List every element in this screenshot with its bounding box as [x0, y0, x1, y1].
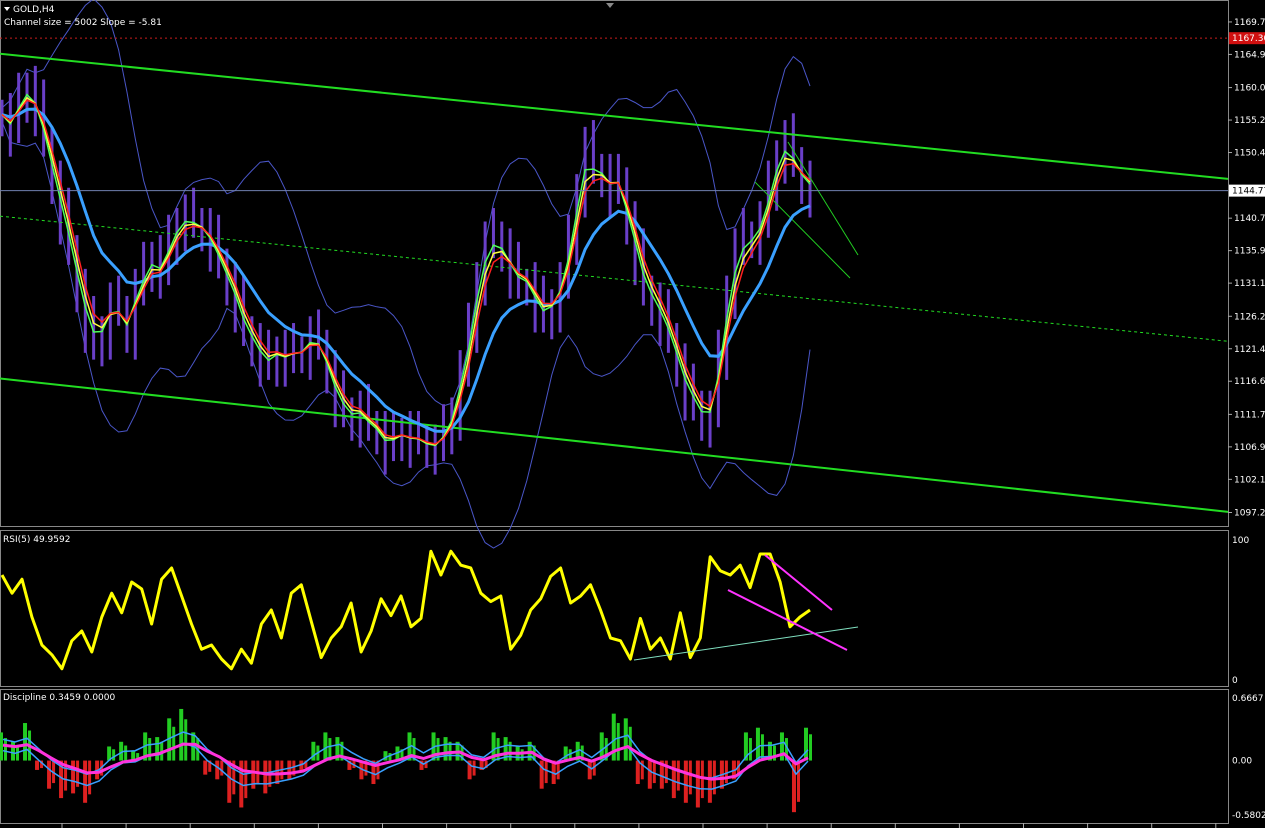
- rsi-label: RSI(5) 49.9592: [3, 535, 70, 545]
- histogram-bar-negative: [47, 760, 52, 789]
- histogram-bar-negative: [71, 760, 76, 794]
- rsi-tick-label: 0: [1232, 676, 1238, 686]
- discipline-label: Discipline 0.3459 0.0000: [3, 693, 116, 703]
- histogram-bar-positive: [804, 727, 808, 761]
- histogram-bar-secondary: [496, 738, 500, 761]
- histogram-bar-negative: [707, 760, 712, 803]
- histogram-bar-positive: [623, 718, 628, 761]
- histogram-bar-negative: [683, 760, 688, 803]
- price-tick-label: 1135.90: [1234, 247, 1265, 257]
- histogram-bar-secondary: [112, 749, 116, 761]
- histogram-bar-negative: [275, 760, 280, 785]
- price-tick-label: 1164.90: [1234, 50, 1265, 60]
- histogram-bar-negative: [83, 760, 88, 803]
- histogram-bar-negative: [671, 760, 676, 799]
- histogram-bar-secondary: [796, 760, 800, 802]
- discipline-tick-label: 0.6667: [1232, 694, 1264, 704]
- histogram-bar-negative: [35, 760, 40, 770]
- histogram-bar-positive: [0, 732, 3, 761]
- histogram-bar-secondary: [472, 760, 476, 776]
- histogram-bar-secondary: [520, 749, 524, 761]
- histogram-bar-secondary: [628, 726, 632, 761]
- histogram-bar-positive: [563, 746, 568, 761]
- histogram-bar-negative: [287, 760, 292, 780]
- histogram-bar-secondary: [172, 726, 176, 761]
- price-tick-label: 1121.40: [1234, 345, 1265, 355]
- histogram-bar-secondary: [4, 738, 7, 761]
- price-tick-label: 1097.20: [1234, 508, 1265, 518]
- histogram-bar-secondary: [724, 760, 728, 784]
- price-tick-label: 1111.70: [1234, 410, 1265, 420]
- trading-chart[interactable]: 1167.30 1144.77 1169.70 1164.90 1160.00 1155…: [0, 0, 1265, 828]
- histogram-bar-negative: [203, 760, 208, 775]
- histogram-bar-negative: [587, 760, 592, 780]
- histogram-bar-secondary: [652, 760, 656, 784]
- price-tick-label: 1169.70: [1234, 18, 1265, 28]
- price-tick-label: 1126.20: [1234, 312, 1265, 322]
- histogram-bar-secondary: [388, 753, 392, 761]
- histogram-bar-negative: [647, 760, 652, 789]
- histogram-bar-positive: [443, 737, 448, 761]
- price-tick-label: 1102.10: [1234, 475, 1265, 485]
- histogram-bar-secondary: [148, 738, 152, 761]
- price-tick-label: 1140.70: [1234, 214, 1265, 224]
- rsi-tick-label: 100: [1232, 536, 1249, 546]
- histogram-bar-positive: [155, 737, 160, 761]
- histogram-bar-secondary: [676, 760, 680, 791]
- histogram-bar-secondary: [244, 760, 248, 799]
- price-tick-label: 1150.40: [1234, 149, 1265, 159]
- histogram-bar-secondary: [748, 738, 752, 761]
- histogram-bar-secondary: [220, 760, 224, 776]
- histogram-bar-secondary: [809, 734, 812, 761]
- price-tick-label: 1155.20: [1234, 116, 1265, 126]
- histogram-bar-secondary: [124, 745, 128, 761]
- symbol-title: GOLD,H4: [13, 5, 55, 15]
- histogram-bar-negative: [635, 760, 640, 785]
- price-tick-label: 1116.60: [1234, 377, 1265, 387]
- histogram-bar-secondary: [616, 723, 620, 761]
- histogram-bar-secondary: [88, 760, 92, 795]
- price-tick-label: 1160.00: [1234, 84, 1265, 94]
- histogram-bar-negative: [263, 760, 268, 794]
- histogram-bar-negative: [215, 760, 220, 780]
- bid-price-label: 1144.77: [1232, 187, 1265, 197]
- histogram-bar-secondary: [544, 760, 548, 784]
- histogram-bar-positive: [179, 708, 184, 761]
- histogram-bar-secondary: [184, 719, 188, 761]
- histogram-bar-secondary: [688, 760, 692, 795]
- channel-info: Channel size = 5002 Slope = -5.81: [4, 18, 162, 28]
- discipline-tick-label: -0.5802: [1232, 811, 1265, 821]
- histogram-bar-secondary: [664, 760, 668, 784]
- price-tick-label: 1131.10: [1234, 279, 1265, 289]
- price-tick-label: 1106.90: [1234, 443, 1265, 453]
- alert-price-label: 1167.30: [1232, 34, 1265, 44]
- histogram-bar-positive: [23, 723, 28, 761]
- histogram-bar-positive: [11, 741, 16, 761]
- histogram-bar-negative: [695, 760, 700, 808]
- chart-background: [0, 0, 1265, 828]
- discipline-tick-label: 0.00: [1232, 757, 1252, 767]
- histogram-bar-positive: [755, 727, 760, 761]
